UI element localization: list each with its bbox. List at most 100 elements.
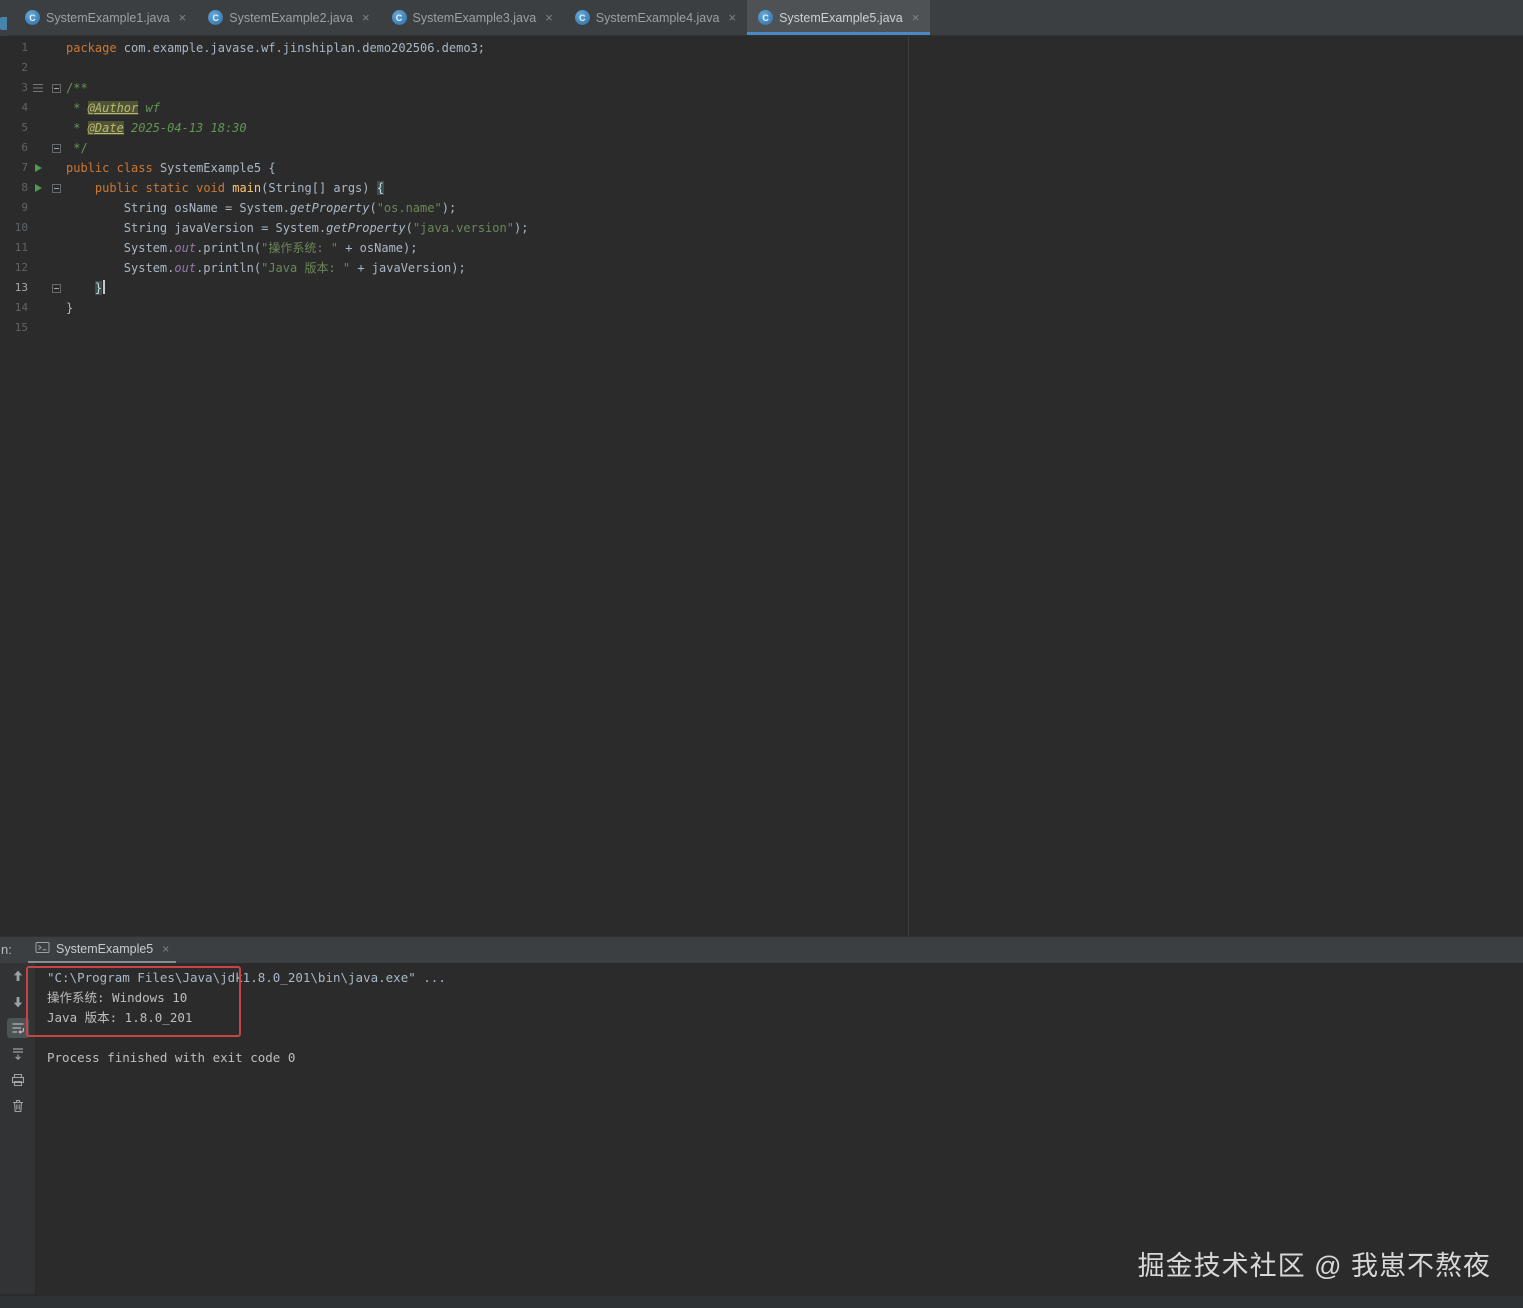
tab-close-icon[interactable]: × bbox=[179, 10, 187, 25]
console-line: Java 版本: 1.8.0_201 bbox=[47, 1010, 193, 1025]
code-line[interactable]: 8 public static void main(String[] args)… bbox=[8, 178, 1523, 198]
fold-icon[interactable] bbox=[51, 83, 61, 93]
console-toolbar bbox=[0, 963, 35, 1294]
console-tab-systemexample5[interactable]: SystemExample5 × bbox=[28, 938, 177, 963]
line-number: 7 bbox=[21, 161, 28, 174]
code-line[interactable]: 11 System.out.println("操作系统: " + osName)… bbox=[8, 238, 1523, 258]
code-line[interactable]: 7 public class SystemExample5 { bbox=[8, 158, 1523, 178]
close-icon[interactable]: × bbox=[162, 942, 169, 956]
gutter-fold bbox=[48, 118, 64, 138]
code-line[interactable]: 14} bbox=[8, 298, 1523, 318]
java-class-icon bbox=[758, 10, 774, 25]
code-line[interactable]: 5 * @Date 2025-04-13 18:30 bbox=[8, 118, 1523, 138]
scroll-end-icon[interactable] bbox=[7, 1044, 29, 1064]
line-number: 10 bbox=[14, 221, 28, 234]
print-icon[interactable] bbox=[7, 1070, 29, 1090]
code-text: * @Author wf bbox=[66, 101, 160, 115]
run-icon[interactable] bbox=[34, 164, 42, 172]
console-line: 操作系统: Windows 10 bbox=[47, 990, 188, 1005]
line-number: 2 bbox=[21, 61, 28, 74]
doc-lines-icon bbox=[33, 84, 43, 92]
gutter-fold bbox=[48, 138, 64, 158]
line-number: 14 bbox=[14, 301, 28, 314]
console-output[interactable]: "C:\Program Files\Java\jdk1.8.0_201\bin\… bbox=[47, 968, 1513, 1068]
gutter-fold bbox=[48, 218, 64, 238]
gutter-fold bbox=[48, 158, 64, 178]
run-tool-window-tab-bar: n: SystemExample5 × bbox=[0, 936, 1523, 963]
gutter-icons bbox=[28, 138, 48, 158]
editor-tab[interactable]: SystemExample3.java × bbox=[381, 0, 564, 35]
tab-close-icon[interactable]: × bbox=[912, 10, 920, 25]
code-line[interactable]: 12 System.out.println("Java 版本: " + java… bbox=[8, 258, 1523, 278]
gutter-icons bbox=[28, 278, 48, 298]
gutter-icons bbox=[28, 38, 48, 58]
code-line[interactable]: 10 String javaVersion = System.getProper… bbox=[8, 218, 1523, 238]
gutter-fold bbox=[48, 238, 64, 258]
code-line[interactable]: 6 */ bbox=[8, 138, 1523, 158]
down-arrow-icon[interactable] bbox=[7, 992, 29, 1012]
tab-label: SystemExample1.java bbox=[46, 10, 170, 25]
line-number: 9 bbox=[21, 201, 28, 214]
tab-close-icon[interactable]: × bbox=[728, 10, 736, 25]
editor-tab[interactable]: SystemExample5.java × bbox=[747, 0, 931, 35]
tab-sliver-icon bbox=[0, 17, 7, 30]
code-text: System.out.println("Java 版本: " + javaVer… bbox=[66, 261, 466, 275]
code-line[interactable]: 2 bbox=[8, 58, 1523, 78]
tab-close-icon[interactable]: × bbox=[545, 10, 553, 25]
gutter-icons bbox=[28, 178, 48, 198]
fold-icon[interactable] bbox=[51, 143, 61, 153]
gutter-fold bbox=[48, 78, 64, 98]
clear-icon[interactable] bbox=[7, 1096, 29, 1116]
code-line[interactable]: 4 * @Author wf bbox=[8, 98, 1523, 118]
tab-close-icon[interactable]: × bbox=[362, 10, 370, 25]
code-line[interactable]: 13 } bbox=[8, 278, 1523, 298]
gutter-fold bbox=[48, 198, 64, 218]
gutter-icons bbox=[28, 58, 48, 78]
editor-tab[interactable]: SystemExample4.java × bbox=[564, 0, 747, 35]
code-text: package com.example.javase.wf.jinshiplan… bbox=[66, 41, 486, 55]
soft-wrap-icon[interactable] bbox=[6, 1018, 29, 1038]
gutter-fold bbox=[48, 98, 64, 118]
java-class-icon bbox=[391, 10, 407, 25]
console-tab-label: SystemExample5 bbox=[56, 942, 154, 956]
editor-pane[interactable]: 1 package com.example.javase.wf.jinshipla… bbox=[0, 36, 1523, 936]
code-text: } bbox=[64, 278, 105, 298]
gutter-icons bbox=[28, 298, 48, 318]
watermark-text: 掘金技术社区 @ 我崽不熬夜 bbox=[1137, 1251, 1491, 1281]
line-number: 1 bbox=[21, 41, 28, 54]
tab-label: SystemExample3.java bbox=[412, 10, 537, 25]
code-text: * @Date 2025-04-13 18:30 bbox=[66, 121, 247, 135]
code-line[interactable]: 9 String osName = System.getProperty("os… bbox=[8, 198, 1523, 218]
line-number: 12 bbox=[14, 261, 28, 274]
code-line[interactable]: 3 /** bbox=[8, 78, 1523, 98]
gutter-fold bbox=[48, 298, 64, 318]
gutter-icons bbox=[28, 218, 48, 238]
console-icon bbox=[35, 941, 50, 957]
gutter-icons bbox=[28, 318, 48, 338]
gutter-fold bbox=[48, 38, 64, 58]
gutter-fold bbox=[48, 278, 64, 298]
gutter-icons bbox=[28, 158, 48, 178]
fold-icon[interactable] bbox=[51, 283, 61, 293]
tab-label: SystemExample2.java bbox=[229, 10, 353, 25]
code-text: System.out.println("操作系统: " + osName); bbox=[66, 241, 418, 255]
code-text: } bbox=[66, 301, 74, 315]
code-line[interactable]: 15 bbox=[8, 318, 1523, 338]
editor-tab[interactable]: SystemExample2.java × bbox=[197, 0, 380, 35]
fold-icon[interactable] bbox=[51, 183, 61, 193]
up-arrow-icon[interactable] bbox=[7, 966, 29, 986]
text-caret bbox=[103, 280, 105, 294]
gutter-fold bbox=[48, 318, 64, 338]
code-line[interactable]: 1 package com.example.javase.wf.jinshipla… bbox=[8, 38, 1523, 58]
run-icon[interactable] bbox=[34, 184, 42, 192]
line-number: 6 bbox=[21, 141, 28, 154]
code-text: String osName = System.getProperty("os.n… bbox=[66, 201, 457, 215]
gutter-fold bbox=[48, 258, 64, 278]
line-number: 5 bbox=[21, 121, 28, 134]
gutter-icons bbox=[28, 198, 48, 218]
code-editor[interactable]: 1 package com.example.javase.wf.jinshipla… bbox=[8, 38, 1523, 338]
editor-tab[interactable]: SystemExample1.java × bbox=[14, 0, 197, 35]
code-text: /** bbox=[66, 81, 88, 95]
line-number: 11 bbox=[14, 241, 28, 254]
